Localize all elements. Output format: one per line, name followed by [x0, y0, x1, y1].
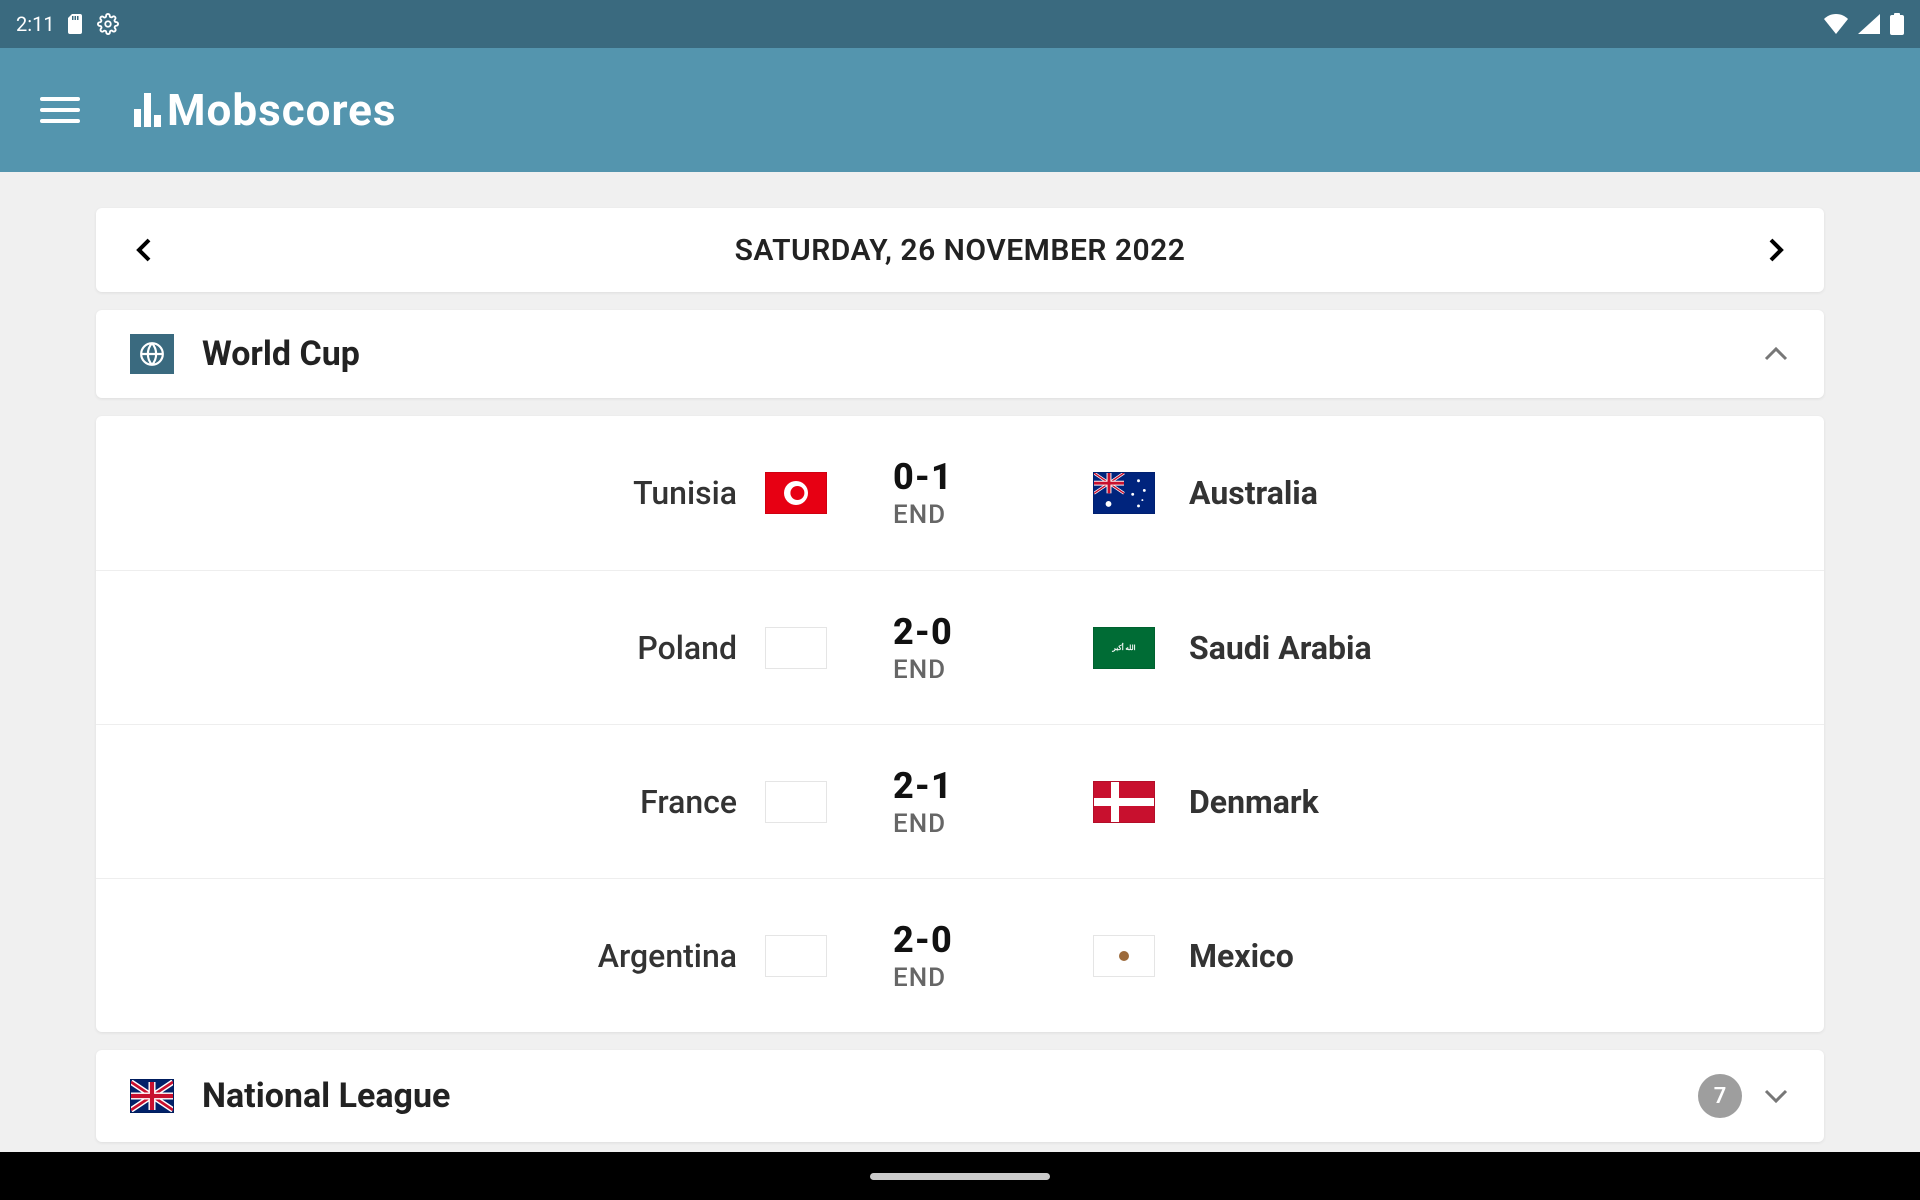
android-status-bar: 2:11 — [0, 0, 1920, 48]
score-block: 0-1END — [883, 456, 1063, 530]
match-row[interactable]: Argentina 2-0END Mexico — [96, 878, 1824, 1032]
world-cup-matches: Tunisia0-1ENDAustraliaPoland2-0ENDالله أ… — [96, 416, 1824, 1032]
home-flag-icon — [765, 627, 827, 669]
status-bar-right — [1824, 13, 1904, 35]
main-content: SATURDAY, 26 NOVEMBER 2022 World Cup Tun… — [0, 172, 1920, 1142]
section-world-cup-header-card: World Cup — [96, 310, 1824, 398]
wifi-icon — [1824, 14, 1848, 34]
chevron-down-icon — [1762, 1087, 1790, 1105]
sd-card-icon — [67, 14, 85, 34]
score-block: 2-1END — [883, 765, 1063, 839]
away-flag-icon — [1093, 781, 1155, 823]
section-national-league-card: National League 7 — [96, 1050, 1824, 1142]
section-title-wrap: National League — [130, 1076, 450, 1116]
section-header-world-cup[interactable]: World Cup — [96, 310, 1824, 398]
away-team: Denmark — [1093, 781, 1824, 823]
next-day-button[interactable] — [1756, 230, 1796, 270]
home-team: France — [96, 781, 827, 823]
section-title: World Cup — [202, 334, 360, 374]
signal-icon — [1858, 14, 1880, 34]
match-count-badge: 7 — [1698, 1074, 1742, 1118]
home-team: Poland — [96, 627, 827, 669]
prev-day-button[interactable] — [124, 230, 164, 270]
date-navigator: SATURDAY, 26 NOVEMBER 2022 — [96, 208, 1824, 292]
away-team-name: Australia — [1189, 474, 1318, 512]
score-text: 2-0 — [893, 611, 953, 653]
score-text: 2-0 — [893, 919, 953, 961]
section-right: 7 — [1698, 1074, 1790, 1118]
away-team-name: Mexico — [1189, 937, 1294, 975]
match-row[interactable]: Tunisia 0-1END Australia — [96, 416, 1824, 570]
score-block: 2-0END — [883, 919, 1063, 993]
gear-icon — [97, 13, 119, 35]
home-team: Tunisia — [96, 472, 827, 514]
away-flag-icon — [1093, 935, 1155, 977]
home-team: Argentina — [96, 935, 827, 977]
away-team: Mexico — [1093, 935, 1824, 977]
status-time: 2:11 — [16, 12, 55, 36]
away-team: Australia — [1093, 472, 1824, 514]
home-flag-icon — [765, 935, 827, 977]
away-team: الله أكبر Saudi Arabia — [1093, 627, 1824, 669]
home-flag-icon — [765, 472, 827, 514]
status-bar-left: 2:11 — [16, 12, 119, 36]
android-nav-bar — [0, 1152, 1920, 1200]
match-row[interactable]: Poland 2-0END الله أكبر Saudi Arabia — [96, 570, 1824, 724]
score-text: 0-1 — [893, 456, 953, 498]
away-team-name: Denmark — [1189, 783, 1319, 821]
chevron-up-icon — [1762, 345, 1790, 363]
away-team-name: Saudi Arabia — [1189, 629, 1372, 667]
app-name: Mobscores — [167, 84, 397, 136]
home-team-name: Argentina — [598, 937, 737, 975]
home-team-name: Tunisia — [633, 474, 737, 512]
match-status: END — [893, 655, 946, 685]
match-status: END — [893, 500, 946, 530]
app-bar: Mobscores — [0, 48, 1920, 172]
app-logo: Mobscores — [134, 84, 397, 136]
menu-button[interactable] — [40, 90, 80, 130]
away-flag-icon — [1093, 472, 1155, 514]
match-row[interactable]: France 2-1END Denmark — [96, 724, 1824, 878]
home-team-name: Poland — [637, 629, 737, 667]
flag-gb-icon — [130, 1076, 174, 1116]
section-title-wrap: World Cup — [130, 334, 360, 374]
home-team-name: France — [640, 783, 737, 821]
battery-icon — [1890, 13, 1904, 35]
nav-pill[interactable] — [870, 1173, 1050, 1180]
match-status: END — [893, 809, 946, 839]
globe-icon — [130, 334, 174, 374]
home-flag-icon — [765, 781, 827, 823]
away-flag-icon: الله أكبر — [1093, 627, 1155, 669]
score-block: 2-0END — [883, 611, 1063, 685]
match-status: END — [893, 963, 946, 993]
date-label: SATURDAY, 26 NOVEMBER 2022 — [735, 233, 1186, 268]
section-title: National League — [202, 1076, 450, 1116]
score-text: 2-1 — [893, 765, 953, 807]
section-header-national-league[interactable]: National League 7 — [96, 1050, 1824, 1142]
